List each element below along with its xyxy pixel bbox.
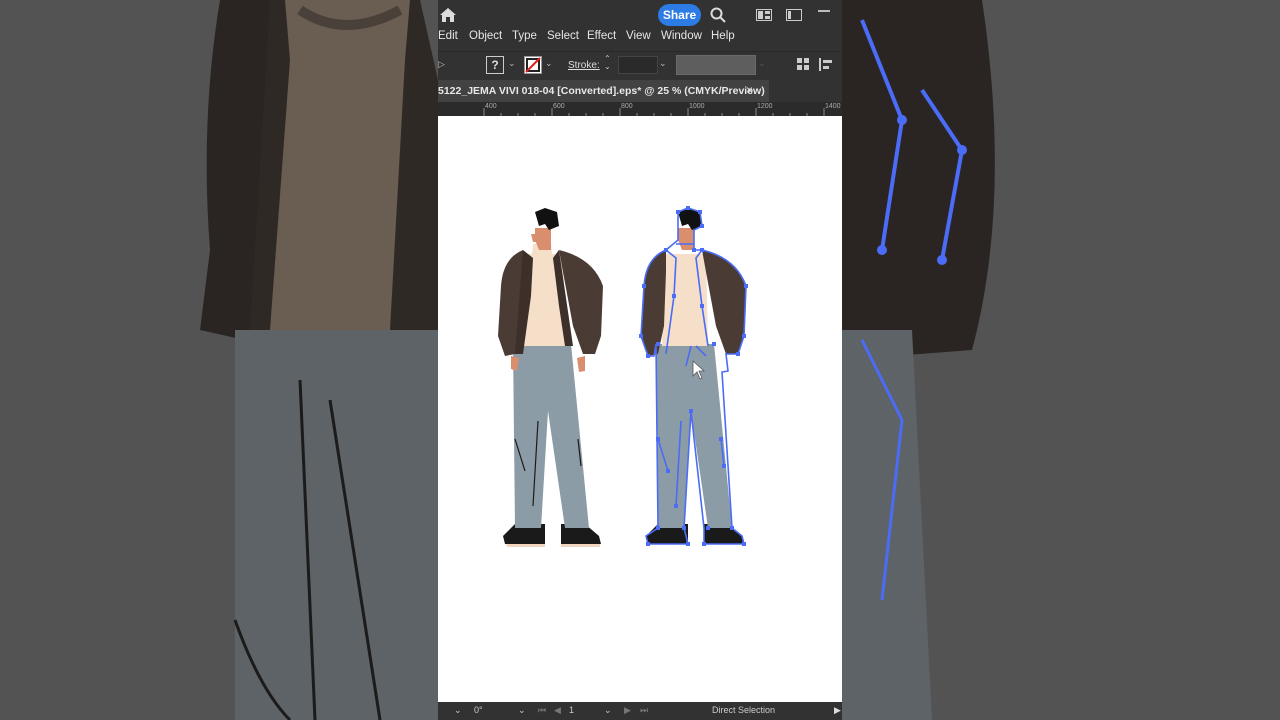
window-icon[interactable] (786, 9, 802, 21)
chevron-down-icon[interactable]: ⌄ (545, 58, 553, 69)
ruler-ticks (483, 108, 825, 116)
close-icon[interactable]: × (746, 83, 753, 97)
no-stroke-icon (525, 57, 541, 73)
home-icon[interactable] (439, 7, 457, 23)
chevron-down-icon[interactable]: ⌄ (518, 705, 526, 716)
current-tool-label[interactable]: Direct Selection (712, 705, 775, 715)
control-bar: ▷ ? ⌄ ⌄ Stroke: ⌃ ⌄ ⌄ ⌄ (438, 51, 842, 78)
search-icon[interactable] (710, 7, 726, 23)
next-artboard-icon[interactable]: ▶ (624, 705, 631, 716)
document-tab-bar: 5122_JEMA VIVI 018-04 [Converted].eps* @… (438, 80, 842, 102)
chevron-down-icon[interactable]: ⌄ (508, 58, 516, 69)
align-icon[interactable] (819, 58, 833, 71)
character-illustration[interactable] (493, 206, 613, 551)
ruler-label: 400 (485, 103, 497, 110)
title-bar: Share (438, 0, 842, 30)
stroke-stepper-icon[interactable]: ⌃ ⌄ (604, 55, 611, 71)
ruler-label: 1000 (689, 103, 705, 110)
stroke-swatch[interactable] (524, 56, 542, 74)
status-bar: ⌄ 0° ⌄ ⏮ ◀ 1 ⌄ ▶ ⏭ Direct Selection ▶ (438, 702, 842, 720)
share-button[interactable]: Share (658, 4, 701, 26)
chevron-down-icon[interactable]: ⌄ (659, 58, 667, 69)
illustrator-window: Share Edit Object Type Select Effect Vie… (438, 0, 842, 720)
background-right (842, 0, 1280, 720)
horizontal-ruler[interactable]: 400 600 800 1000 1200 1400 (438, 102, 842, 117)
menu-bar: Edit Object Type Select Effect View Wind… (438, 29, 842, 47)
menu-object[interactable]: Object (469, 30, 502, 42)
ruler-label: 1200 (757, 103, 773, 110)
chevron-down-icon[interactable]: ⌄ (758, 58, 766, 69)
stroke-label[interactable]: Stroke: (568, 60, 600, 71)
stroke-weight-field[interactable] (618, 56, 658, 74)
first-artboard-icon[interactable]: ⏮ (538, 705, 546, 716)
menu-select[interactable]: Select (547, 30, 579, 42)
panel-expand-icon[interactable]: ▷ (438, 59, 445, 70)
minimize-icon[interactable] (818, 10, 830, 12)
last-artboard-icon[interactable]: ⏭ (640, 705, 648, 716)
selected-character-illustration[interactable] (636, 206, 756, 551)
rotation-value[interactable]: 0° (474, 705, 483, 715)
ruler-label: 800 (621, 103, 633, 110)
menu-type[interactable]: Type (512, 30, 537, 42)
chevron-down-icon[interactable]: ⌄ (604, 705, 612, 716)
artboard-number[interactable]: 1 (569, 705, 574, 715)
grid-icon[interactable] (797, 58, 809, 70)
menu-window[interactable]: Window (661, 30, 702, 42)
document-tab[interactable]: 5122_JEMA VIVI 018-04 [Converted].eps* @… (438, 80, 769, 102)
document-tab-title: 5122_JEMA VIVI 018-04 [Converted].eps* @… (438, 85, 765, 97)
ruler-label: 1400 (825, 103, 841, 110)
menu-view[interactable]: View (626, 30, 651, 42)
status-menu-icon[interactable]: ▶ (834, 705, 841, 716)
menu-effect[interactable]: Effect (587, 30, 616, 42)
graphic-style-field[interactable] (676, 55, 756, 75)
chevron-down-icon[interactable]: ⌄ (454, 705, 462, 716)
fill-swatch[interactable]: ? (486, 56, 504, 74)
previous-artboard-icon[interactable]: ◀ (554, 705, 561, 716)
arrange-documents-icon[interactable] (756, 9, 772, 21)
ruler-label: 600 (553, 103, 565, 110)
menu-edit[interactable]: Edit (438, 30, 458, 42)
artboard-canvas[interactable] (438, 116, 842, 702)
menu-help[interactable]: Help (711, 30, 735, 42)
background-left (0, 0, 438, 720)
